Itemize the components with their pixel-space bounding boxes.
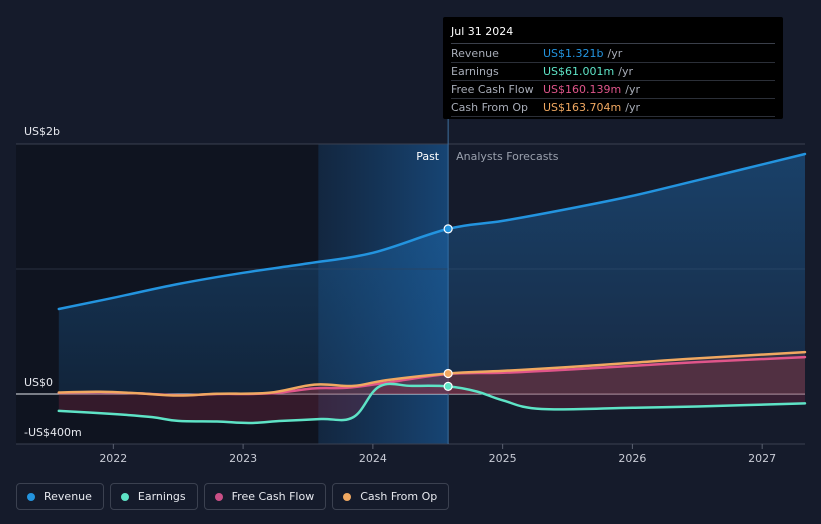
legend-dot-icon: [343, 492, 352, 501]
y-axis-label: -US$400m: [24, 426, 82, 439]
y-axis-label: US$0: [24, 376, 53, 389]
tooltip-label: Free Cash Flow: [451, 83, 534, 96]
tooltip-value: US$1.321b: [543, 47, 604, 60]
tooltip-value: US$163.704m: [543, 101, 622, 114]
tooltip-value: US$61.001m: [543, 65, 615, 78]
x-tick-label: 2027: [748, 452, 776, 465]
tooltip-label: Revenue: [451, 47, 499, 60]
tooltip-value: US$160.139m: [543, 83, 622, 96]
legend-item-earnings[interactable]: Earnings: [109, 483, 198, 510]
tooltip-unit: /yr: [618, 65, 633, 78]
legend-dot-icon: [27, 492, 35, 501]
legend: Revenue Earnings Free Cash Flow Cash Fro…: [16, 483, 450, 510]
legend-label: Earnings: [137, 490, 186, 503]
legend-label: Revenue: [44, 490, 92, 503]
legend-label: Cash From Op: [360, 490, 438, 503]
past-label: Past: [416, 150, 440, 163]
tooltip: Jul 31 2024 Revenue US$1.321b /yr Earnin…: [443, 17, 783, 119]
tooltip-unit: /yr: [625, 83, 640, 96]
forecast-label: Analysts Forecasts: [456, 150, 559, 163]
y-axis-label: US$2b: [24, 125, 60, 138]
legend-dot-icon: [214, 492, 223, 501]
tooltip-row-cash-from-op: Cash From Op US$163.704m /yr: [451, 99, 775, 117]
legend-item-revenue[interactable]: Revenue: [16, 483, 104, 510]
tooltip-label: Cash From Op: [451, 101, 529, 114]
legend-item-free-cash-flow[interactable]: Free Cash Flow: [203, 483, 327, 510]
tooltip-row-free-cash-flow: Free Cash Flow US$160.139m /yr: [451, 81, 775, 99]
tooltip-date: Jul 31 2024: [451, 23, 775, 44]
marker-revenue: [443, 224, 453, 234]
legend-label: Free Cash Flow: [231, 490, 315, 503]
x-tick-label: 2025: [489, 452, 517, 465]
x-tick-label: 2024: [359, 452, 387, 465]
tooltip-unit: /yr: [607, 47, 623, 60]
tooltip-row-revenue: Revenue US$1.321b /yr: [451, 45, 775, 63]
tooltip-row-earnings: Earnings US$61.001m /yr: [451, 63, 775, 81]
tooltip-label: Earnings: [451, 65, 499, 78]
marker-cash-from-op: [443, 368, 453, 379]
legend-item-cash-from-op[interactable]: Cash From Op: [332, 483, 450, 510]
x-tick-label: 2022: [99, 452, 127, 465]
legend-dot-icon: [120, 492, 129, 501]
x-tick-label: 2023: [229, 452, 257, 465]
tooltip-unit: /yr: [625, 101, 640, 114]
x-tick-label: 2026: [618, 452, 646, 465]
marker-earnings: [443, 381, 453, 391]
